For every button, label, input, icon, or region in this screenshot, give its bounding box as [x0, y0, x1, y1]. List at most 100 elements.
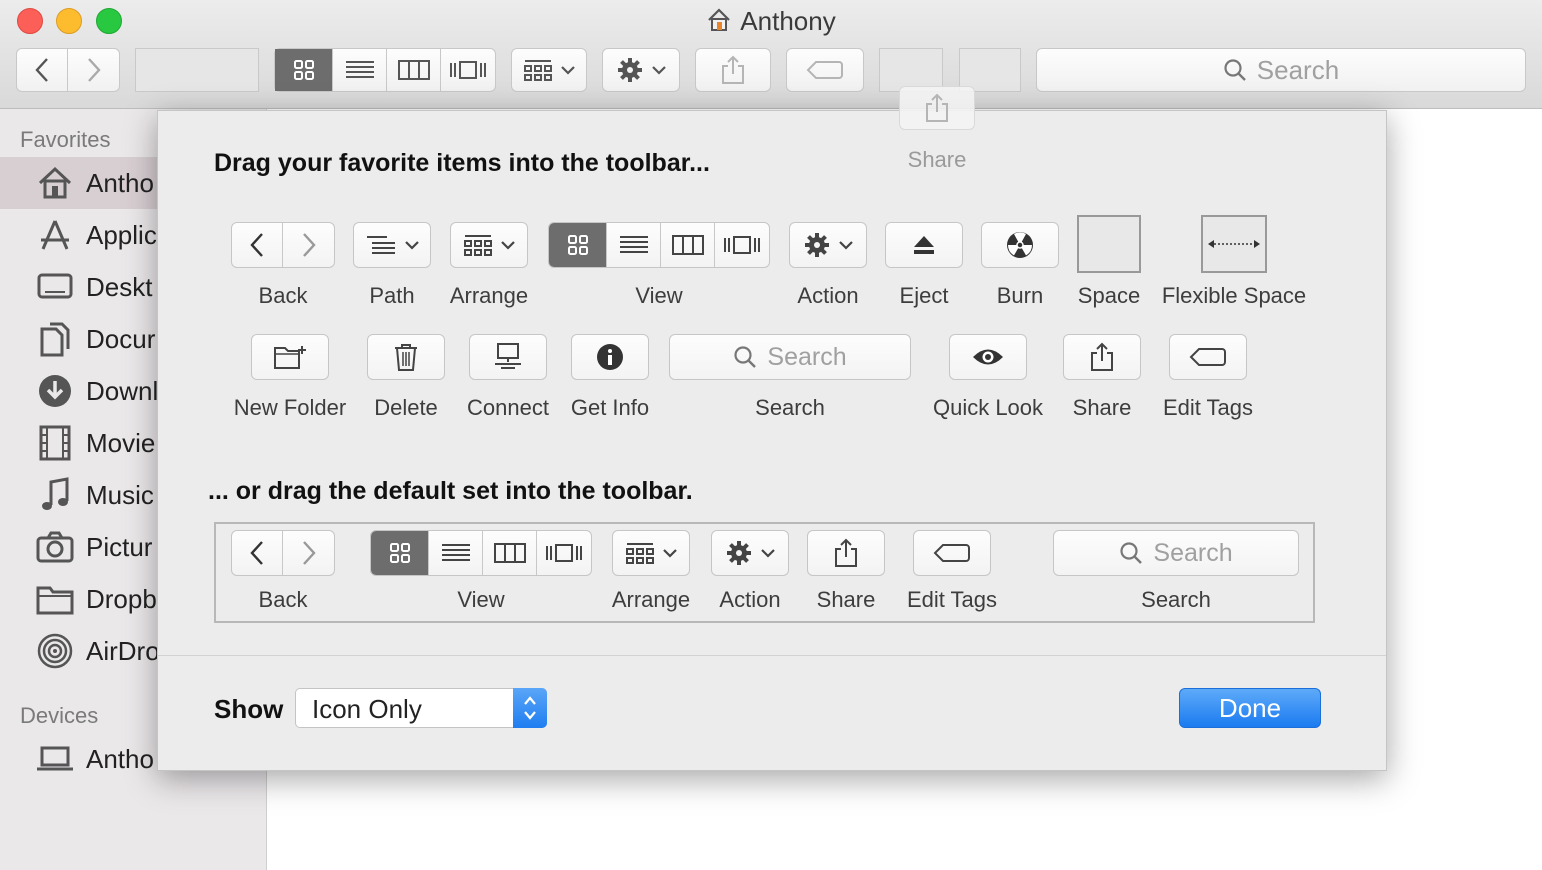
eject-icon — [914, 236, 934, 254]
trash-icon — [395, 344, 417, 371]
customize-toolbar-sheet: Drag your favorite items into the toolba… — [157, 110, 1387, 771]
laptop-icon — [37, 746, 73, 771]
palette-connect-item[interactable] — [469, 334, 547, 380]
sidebar-item-label: Antho — [86, 167, 154, 198]
gear-icon — [727, 541, 751, 565]
sidebar-item-label: Music — [86, 479, 154, 510]
search-icon — [1120, 542, 1143, 564]
default-view-label: View — [457, 587, 505, 612]
nav-buttons — [16, 48, 120, 92]
sidebar-devices-header: Devices — [20, 703, 99, 728]
palette-share-item[interactable] — [1063, 334, 1141, 380]
palette-path-label: Path — [369, 283, 415, 308]
path-icon — [367, 236, 395, 254]
grid-icon — [389, 543, 410, 563]
palette-back-item[interactable] — [231, 222, 335, 268]
forward-button[interactable] — [68, 49, 119, 91]
cover-flow-button[interactable] — [441, 49, 495, 91]
gear-icon — [618, 58, 642, 82]
chevron-down-icon — [405, 241, 419, 250]
window-title: Anthony — [0, 6, 1542, 40]
palette-burn-label: Burn — [996, 283, 1044, 308]
chevron-right-icon — [87, 58, 101, 82]
columns-icon — [493, 543, 526, 563]
window-titlebar: Anthony Search — [0, 0, 1542, 109]
search-icon — [1224, 59, 1246, 81]
default-set-heading: ... or drag the default set into the too… — [208, 477, 693, 505]
cover-flow-icon — [546, 544, 582, 562]
palette-view-label: View — [635, 283, 683, 308]
palette-delete-item[interactable] — [367, 334, 445, 380]
dragged-share-label: Share — [907, 147, 967, 172]
list-icon — [441, 544, 470, 561]
window-title-text: Anthony — [740, 6, 836, 36]
palette-burn-item[interactable] — [981, 222, 1059, 268]
palette-arrange-item[interactable] — [450, 222, 528, 268]
applications-icon — [41, 220, 69, 250]
palette-view-item[interactable] — [548, 222, 770, 268]
toolbar-search-field[interactable]: Search — [1036, 48, 1526, 92]
action-button[interactable] — [602, 48, 680, 92]
palette-flexible-space-item[interactable] — [1201, 215, 1267, 273]
palette-action-item[interactable] — [789, 222, 867, 268]
icon-view-button[interactable] — [275, 49, 333, 91]
show-label: Show — [214, 694, 284, 724]
default-view-item — [370, 530, 592, 576]
columns-icon — [397, 60, 430, 80]
show-select[interactable]: Icon Only — [295, 688, 547, 728]
column-view-button[interactable] — [387, 49, 441, 91]
palette-eject-label: Eject — [899, 283, 949, 308]
chevron-left-icon — [250, 541, 263, 565]
palette-search-item[interactable]: Search — [669, 334, 911, 380]
arrange-icon — [524, 60, 552, 81]
palette-arrange-label: Arrange — [449, 283, 529, 308]
tag-icon — [806, 61, 843, 79]
music-icon — [42, 477, 69, 510]
chevron-down-icon — [839, 241, 853, 250]
chevron-down-icon — [561, 66, 575, 75]
edit-tags-button[interactable] — [786, 48, 864, 92]
default-arrange-label: Arrange — [611, 587, 691, 612]
chevron-left-icon — [35, 58, 48, 82]
palette-edit-tags-item[interactable] — [1169, 334, 1247, 380]
default-search-placeholder: Search — [1153, 538, 1233, 567]
dragged-share-item[interactable] — [899, 86, 975, 130]
home-icon — [706, 7, 732, 40]
sidebar-item-label: Applic — [86, 219, 157, 250]
palette-quick-look-item[interactable] — [949, 334, 1027, 380]
chevron-left-icon — [250, 233, 263, 257]
share-button[interactable] — [695, 48, 771, 92]
default-back-label: Back — [258, 587, 308, 612]
done-button[interactable]: Done — [1179, 688, 1321, 728]
palette-back-label: Back — [258, 283, 308, 308]
share-icon — [1091, 342, 1113, 371]
arrange-icon — [464, 235, 492, 256]
chevron-right-icon — [302, 541, 316, 565]
camera-icon — [36, 531, 74, 563]
back-button[interactable] — [17, 49, 69, 91]
sidebar-item-label: Antho — [86, 743, 154, 774]
arrange-button[interactable] — [511, 48, 587, 92]
palette-eject-item[interactable] — [885, 222, 963, 268]
default-back-item — [231, 530, 335, 576]
list-view-button[interactable] — [333, 49, 387, 91]
default-share-item — [807, 530, 885, 576]
palette-path-item[interactable] — [353, 222, 431, 268]
airdrop-icon — [37, 633, 73, 669]
sidebar-item-label: Docur — [86, 323, 156, 354]
palette-get-info-item[interactable] — [571, 334, 649, 380]
sheet-divider — [158, 655, 1386, 656]
palette-search-placeholder: Search — [767, 342, 847, 371]
list-icon — [619, 236, 648, 253]
sidebar-item-label: Downl — [86, 375, 159, 406]
sidebar-item-label: AirDro — [86, 635, 160, 666]
downloads-icon — [39, 375, 71, 407]
palette-new-folder-item[interactable] — [251, 334, 329, 380]
cover-flow-icon — [724, 236, 760, 254]
sidebar-favorites-header: Favorites — [20, 127, 111, 152]
palette-space-item[interactable] — [1077, 215, 1141, 273]
sidebar-item-label: Pictur — [86, 531, 153, 562]
chevron-down-icon — [652, 66, 666, 75]
search-icon — [734, 346, 757, 368]
cover-flow-icon — [450, 61, 486, 79]
